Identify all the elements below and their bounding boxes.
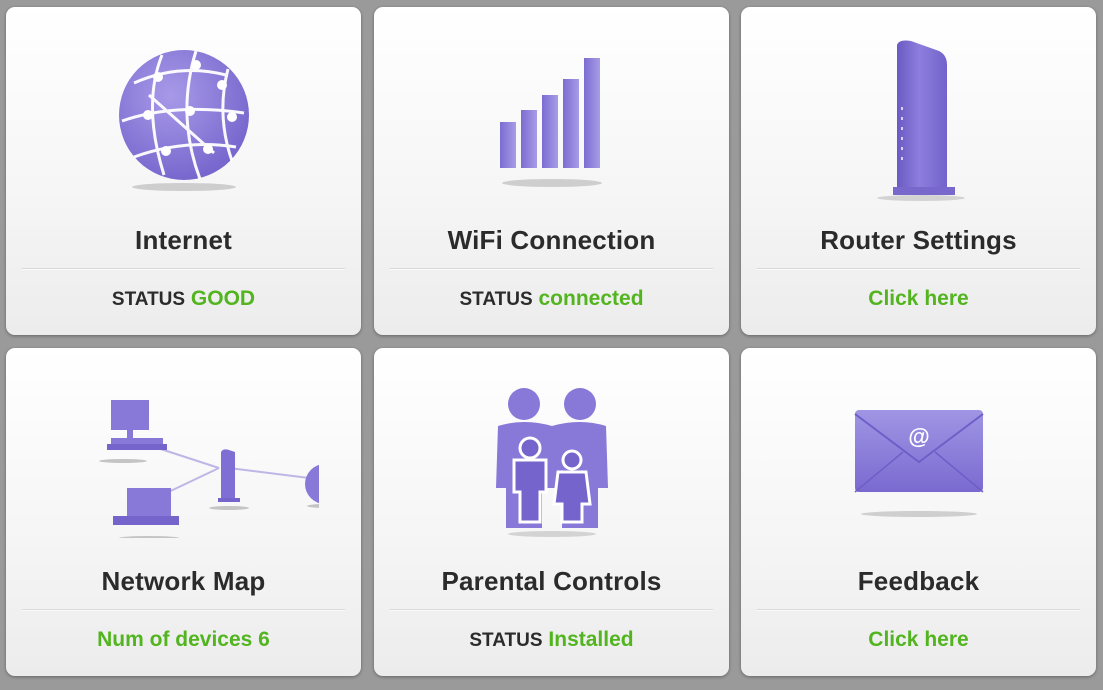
divider bbox=[22, 268, 345, 270]
divider bbox=[390, 609, 713, 611]
tile-title: Network Map bbox=[101, 566, 266, 596]
click-here-link[interactable]: Click here bbox=[868, 287, 968, 310]
dashboard-grid: Internet STATUS GOOD WiFi Connection STA… bbox=[6, 7, 1098, 683]
wifi-connection-tile[interactable]: WiFi Connection STATUS connected bbox=[374, 7, 729, 335]
status-line: STATUS Installed bbox=[374, 628, 729, 652]
divider bbox=[390, 268, 713, 270]
signal-bars-icon bbox=[374, 35, 729, 205]
status-line: STATUS GOOD bbox=[6, 287, 361, 311]
tile-title: Internet bbox=[135, 225, 232, 255]
router-settings-tile[interactable]: Router Settings Click here bbox=[741, 7, 1096, 335]
tile-title: WiFi Connection bbox=[447, 225, 656, 255]
internet-tile[interactable]: Internet STATUS GOOD bbox=[6, 7, 361, 335]
svg-text:@: @ bbox=[908, 424, 929, 449]
click-here-link[interactable]: Click here bbox=[868, 628, 968, 651]
feedback-tile[interactable]: @ Feedback Click here bbox=[741, 348, 1096, 676]
tile-title: Parental Controls bbox=[441, 566, 662, 596]
network-map-icon bbox=[6, 368, 361, 538]
status-prefix: STATUS bbox=[459, 289, 533, 310]
num-devices-link[interactable]: Num of devices 6 bbox=[97, 628, 270, 651]
status-prefix: STATUS bbox=[469, 630, 543, 651]
parental-controls-tile[interactable]: Parental Controls STATUS Installed bbox=[374, 348, 729, 676]
status-line: Click here bbox=[741, 287, 1096, 311]
status-prefix: STATUS bbox=[111, 289, 186, 310]
status-value: Installed bbox=[548, 628, 634, 651]
envelope-icon: @ bbox=[741, 404, 1096, 574]
status-value: GOOD bbox=[190, 287, 256, 310]
divider bbox=[757, 268, 1080, 270]
tile-title: Feedback bbox=[857, 566, 980, 596]
family-icon bbox=[374, 388, 729, 558]
status-line: Num of devices 6 bbox=[6, 628, 361, 652]
globe-icon bbox=[6, 35, 361, 205]
status-value: connected bbox=[538, 287, 644, 310]
status-line: Click here bbox=[741, 628, 1096, 652]
divider bbox=[22, 609, 345, 611]
status-line: STATUS connected bbox=[374, 287, 729, 311]
tile-title: Router Settings bbox=[820, 225, 1017, 255]
divider bbox=[757, 609, 1080, 611]
router-icon bbox=[741, 35, 1096, 205]
network-map-tile[interactable]: Network Map Num of devices 6 bbox=[6, 348, 361, 676]
